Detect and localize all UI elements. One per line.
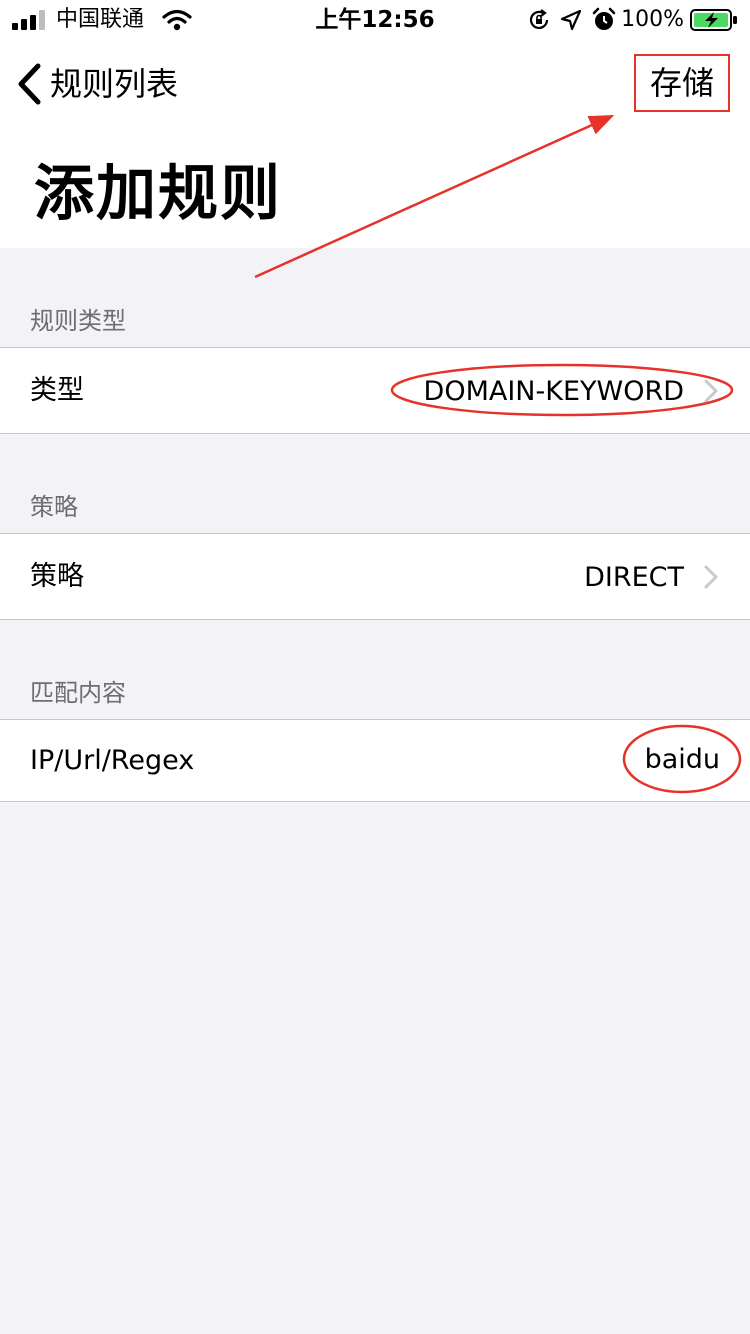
alarm-clock-icon <box>592 7 616 30</box>
section-header-policy: 策略 <box>30 493 78 521</box>
navigation-bar: 规则列表 存储 <box>0 40 750 130</box>
status-indicators: 100% <box>527 6 738 34</box>
policy-cell[interactable]: 策略 DIRECT <box>0 533 750 620</box>
status-bar: 中国联通 上午12:56 100% <box>0 0 750 40</box>
match-content-label: IP/Url/Regex <box>30 745 195 776</box>
page-title: 添加规则 <box>34 159 282 229</box>
back-button-label: 规则列表 <box>50 65 179 103</box>
match-content-input[interactable]: baidu <box>645 743 720 777</box>
rule-type-value: DOMAIN-KEYWORD <box>423 376 684 407</box>
section-header-match-content: 匹配内容 <box>30 679 126 707</box>
orientation-lock-icon <box>530 9 549 29</box>
match-content-cell[interactable]: IP/Url/Regex baidu <box>0 719 750 802</box>
save-button[interactable]: 存储 <box>634 54 730 112</box>
policy-label: 策略 <box>30 561 84 592</box>
battery-percentage: 100% <box>621 7 684 32</box>
battery-charging-icon <box>690 9 737 31</box>
back-button[interactable]: 规则列表 <box>16 62 178 106</box>
chevron-right-icon <box>704 565 718 589</box>
chevron-right-icon <box>704 379 718 403</box>
chevron-left-icon <box>18 63 41 105</box>
policy-value: DIRECT <box>584 562 684 593</box>
rule-type-cell[interactable]: 类型 DOMAIN-KEYWORD <box>0 347 750 434</box>
section-header-rule-type: 规则类型 <box>30 307 126 335</box>
rule-type-label: 类型 <box>30 375 84 406</box>
title-area: 添加规则 <box>0 130 750 248</box>
location-arrow-icon <box>560 9 582 31</box>
